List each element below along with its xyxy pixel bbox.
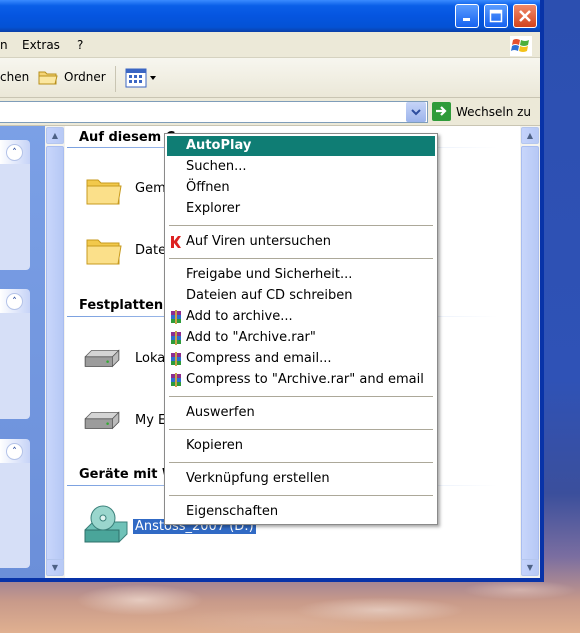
- menu-item-label: AutoPlay: [186, 138, 252, 153]
- views-button[interactable]: [124, 67, 158, 89]
- menu-item-help[interactable]: ?: [77, 38, 83, 52]
- task-group-body: [0, 164, 30, 270]
- scroll-down-button[interactable]: ▼: [46, 559, 64, 576]
- item-label[interactable]: Loka: [135, 351, 165, 366]
- folders-button[interactable]: Ordner: [64, 70, 106, 84]
- group-header-local: Auf diesem C: [79, 130, 176, 145]
- title-bar[interactable]: [0, 0, 540, 32]
- hard-drive-icon: [84, 349, 120, 368]
- task-group-header[interactable]: ˄: [0, 289, 30, 313]
- winrar-icon: [171, 310, 181, 324]
- menu-separator: [169, 495, 433, 496]
- winrar-icon: [171, 352, 181, 366]
- group-header-hard-drives: Festplatten: [79, 298, 164, 313]
- kaspersky-icon: [171, 236, 181, 248]
- menu-separator: [169, 429, 433, 430]
- views-icon: [125, 68, 156, 88]
- toolbar: chen Ordner: [0, 58, 540, 98]
- menu-item-explorer[interactable]: Explorer: [167, 199, 435, 219]
- chevron-down-icon: [411, 109, 421, 116]
- menu-item-view[interactable]: n: [0, 38, 8, 52]
- menu-item-compress-email[interactable]: Compress and email...: [167, 349, 435, 369]
- item-label[interactable]: My E: [135, 413, 166, 428]
- menu-item-sharing[interactable]: Freigabe und Sicherheit...: [167, 265, 435, 285]
- task-group-body: [0, 463, 30, 568]
- item-label[interactable]: Gem: [135, 181, 166, 196]
- folder-icon: [86, 179, 122, 205]
- menu-item-copy[interactable]: Kopieren: [167, 436, 435, 456]
- menu-separator: [169, 396, 433, 397]
- menu-item-add-to-archive[interactable]: Add to archive...: [167, 307, 435, 327]
- task-group-body: [0, 313, 30, 419]
- menu-item-virus-scan[interactable]: Auf Viren untersuchen: [167, 232, 435, 252]
- folders-icon: [38, 71, 58, 85]
- collapse-icon[interactable]: ˄: [6, 144, 23, 161]
- windows-logo-icon: [510, 36, 532, 56]
- menu-item-burn-cd[interactable]: Dateien auf CD schreiben: [167, 286, 435, 306]
- folder-icon: [86, 239, 122, 265]
- menu-separator: [169, 258, 433, 259]
- address-dropdown-button[interactable]: [406, 102, 426, 122]
- maximize-icon: [489, 9, 503, 23]
- menu-item-add-to-archive-rar[interactable]: Add to "Archive.rar": [167, 328, 435, 348]
- winrar-icon: [171, 373, 181, 387]
- close-button[interactable]: [513, 4, 537, 28]
- menu-item-label: Compress and email...: [186, 351, 332, 366]
- go-button[interactable]: Wechseln zu: [456, 105, 531, 119]
- item-label[interactable]: Date: [135, 243, 166, 258]
- hard-drive-icon: [84, 411, 120, 430]
- maximize-button[interactable]: [484, 4, 508, 28]
- menu-separator: [169, 462, 433, 463]
- left-scrollbar[interactable]: ▲ ▼: [45, 126, 65, 578]
- menu-separator: [169, 225, 433, 226]
- toolbar-separator: [115, 66, 116, 92]
- collapse-icon[interactable]: ˄: [6, 443, 23, 460]
- menu-item-compress-rar-email[interactable]: Compress to "Archive.rar" and email: [167, 370, 435, 390]
- menu-item-label: Explorer: [186, 201, 241, 216]
- winrar-icon: [171, 331, 181, 345]
- menu-item-label: Suchen...: [186, 159, 247, 174]
- menu-item-label: Add to archive...: [186, 309, 293, 324]
- menu-item-label: Add to "Archive.rar": [186, 330, 316, 345]
- scroll-up-button[interactable]: ▲: [521, 127, 539, 144]
- menu-bar: n Extras ?: [0, 32, 540, 58]
- task-group-header[interactable]: ˄: [0, 439, 30, 463]
- menu-item-autoplay[interactable]: AutoPlay: [167, 136, 435, 156]
- menu-item-eject[interactable]: Auswerfen: [167, 403, 435, 423]
- vertical-scrollbar[interactable]: ▲ ▼: [520, 126, 540, 578]
- menu-item-label: Dateien auf CD schreiben: [186, 288, 353, 303]
- task-group-header[interactable]: ˄: [0, 140, 30, 164]
- group-header-removable: Geräte mit W: [79, 467, 177, 482]
- menu-item-properties[interactable]: Eigenschaften: [167, 502, 435, 522]
- menu-item-label: Freigabe und Sicherheit...: [186, 267, 353, 282]
- address-bar: Wechseln zu: [0, 98, 540, 126]
- search-button[interactable]: chen: [0, 70, 29, 84]
- menu-item-create-shortcut[interactable]: Verknüpfung erstellen: [167, 469, 435, 489]
- scroll-thumb[interactable]: [46, 146, 64, 561]
- close-icon: [519, 10, 531, 22]
- cd-drive-icon: [84, 505, 128, 543]
- menu-item-search[interactable]: Suchen...: [167, 157, 435, 177]
- task-pane: ˄ ˄ ˄: [0, 126, 45, 578]
- menu-item-label: Eigenschaften: [186, 504, 279, 519]
- menu-item-label: Verknüpfung erstellen: [186, 471, 330, 486]
- menu-item-label: Auf Viren untersuchen: [186, 234, 332, 249]
- menu-item-open[interactable]: Öffnen: [167, 178, 435, 198]
- menu-item-label: Compress to "Archive.rar" and email: [186, 372, 424, 387]
- minimize-icon: [463, 18, 470, 21]
- address-input[interactable]: [0, 101, 428, 123]
- collapse-icon[interactable]: ˄: [6, 293, 23, 310]
- scroll-thumb[interactable]: [521, 146, 539, 561]
- menu-item-extras[interactable]: Extras: [22, 38, 60, 52]
- menu-item-label: Kopieren: [186, 438, 243, 453]
- minimize-button[interactable]: [455, 4, 479, 28]
- scroll-down-button[interactable]: ▼: [521, 559, 539, 576]
- context-menu: AutoPlay Suchen... Öffnen Explorer Auf V…: [164, 133, 438, 525]
- scroll-up-button[interactable]: ▲: [46, 127, 64, 144]
- go-arrow-icon[interactable]: [432, 102, 451, 121]
- menu-item-label: Öffnen: [186, 180, 230, 195]
- menu-item-label: Auswerfen: [186, 405, 255, 420]
